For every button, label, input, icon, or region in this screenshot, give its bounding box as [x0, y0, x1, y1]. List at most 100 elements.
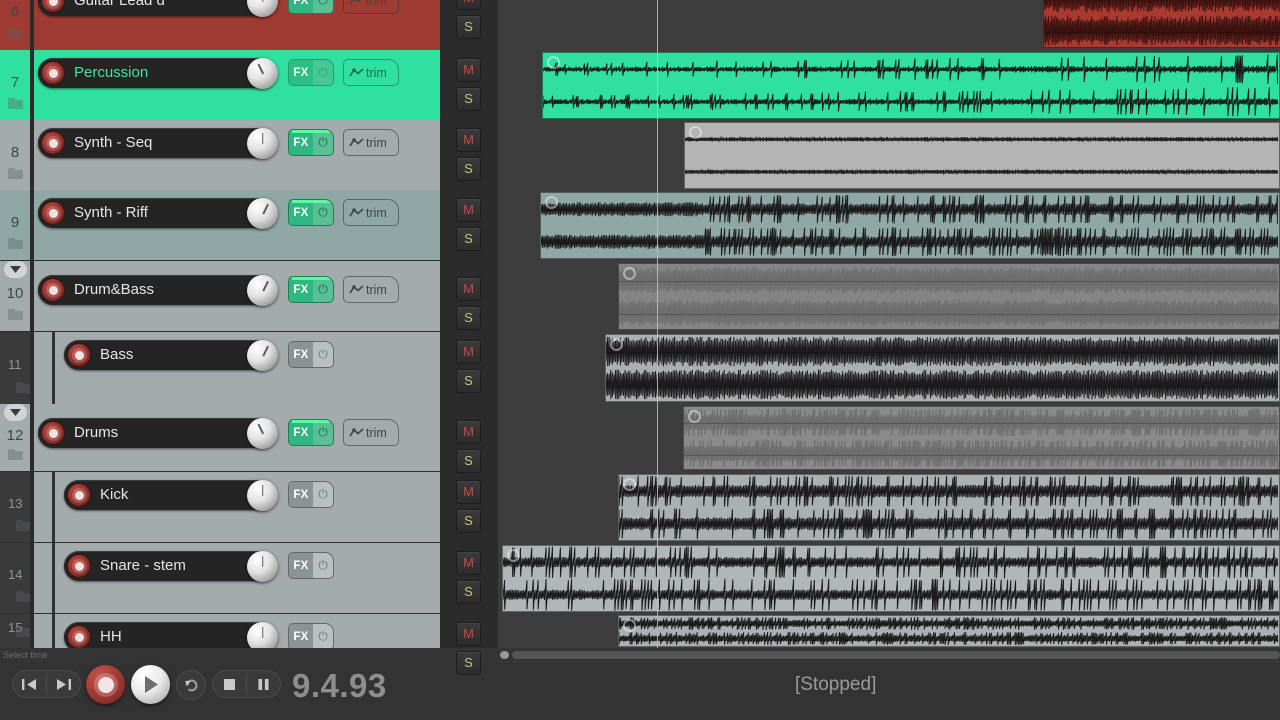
solo-button[interactable]: S: [456, 227, 481, 251]
fx-button[interactable]: FX ⏻: [288, 129, 334, 156]
fx-power-icon[interactable]: ⏻: [313, 277, 333, 302]
track-row[interactable]: 13 Kick FX ⏻: [0, 472, 440, 542]
fx-power-icon[interactable]: ⏻: [313, 553, 333, 578]
record-arm-button[interactable]: [67, 625, 91, 648]
trim-envelope-button[interactable]: trim: [343, 59, 399, 86]
record-arm-button[interactable]: [67, 554, 91, 578]
volume-knob[interactable]: [247, 57, 278, 89]
track-row[interactable]: 8 Synth - Seq FX ⏻ trim: [0, 120, 440, 190]
arrange-lane[interactable]: [498, 261, 1280, 331]
mute-button[interactable]: M: [456, 277, 481, 301]
media-item[interactable]: [605, 334, 1280, 402]
scroll-left-handle[interactable]: [500, 651, 509, 659]
fx-button[interactable]: FX ⏻: [288, 0, 334, 14]
solo-button[interactable]: S: [456, 369, 481, 393]
stop-pause-group[interactable]: [212, 670, 281, 698]
track-name-field[interactable]: Snare - stem: [64, 551, 276, 581]
mute-button[interactable]: M: [456, 420, 481, 444]
record-arm-button[interactable]: [67, 483, 91, 507]
volume-knob[interactable]: [247, 127, 278, 159]
track-name-field[interactable]: HH: [64, 622, 276, 648]
fx-button[interactable]: FX ⏻: [288, 276, 334, 303]
track-row[interactable]: 12 Drums FX ⏻ trim: [0, 404, 440, 471]
fx-power-icon[interactable]: ⏻: [313, 0, 333, 13]
solo-button[interactable]: S: [456, 449, 481, 473]
trim-envelope-button[interactable]: trim: [343, 0, 399, 14]
media-item[interactable]: [542, 52, 1280, 119]
track-name-field[interactable]: Drums: [38, 418, 276, 448]
track-row[interactable]: 7 Percussion FX ⏻ trim: [0, 50, 440, 120]
media-item[interactable]: [1043, 0, 1280, 48]
solo-button[interactable]: S: [456, 509, 481, 533]
fx-power-icon[interactable]: ⏻: [313, 624, 333, 648]
fx-power-icon[interactable]: ⏻: [313, 60, 333, 85]
fx-button[interactable]: FX ⏻: [288, 341, 334, 368]
track-row[interactable]: 15HHFX⏻: [0, 614, 440, 648]
mute-button[interactable]: M: [456, 340, 481, 364]
track-name-field[interactable]: Guitar Lead d: [38, 0, 276, 16]
arrange-lane[interactable]: [498, 50, 1280, 120]
scrollbar-track[interactable]: [512, 651, 1280, 659]
fade-handle[interactable]: [623, 619, 636, 632]
track-row[interactable]: 11 Bass FX ⏻: [0, 332, 440, 404]
mute-button[interactable]: M: [456, 58, 481, 82]
fx-button[interactable]: FX ⏻: [288, 552, 334, 579]
arrange-lane[interactable]: [498, 190, 1280, 260]
go-to-start-button[interactable]: [13, 671, 46, 697]
mute-button[interactable]: M: [456, 480, 481, 504]
volume-knob[interactable]: [247, 479, 278, 511]
solo-button[interactable]: S: [456, 15, 481, 39]
fx-button[interactable]: FX ⏻: [288, 481, 334, 508]
volume-knob[interactable]: [247, 197, 278, 229]
record-arm-button[interactable]: [41, 278, 65, 302]
solo-button[interactable]: S: [456, 651, 481, 675]
arrange-view[interactable]: [498, 0, 1280, 648]
solo-button[interactable]: S: [456, 157, 481, 181]
fx-power-icon[interactable]: ⏻: [313, 420, 333, 445]
media-item[interactable]: [618, 474, 1280, 541]
track-name-field[interactable]: Percussion: [38, 58, 276, 88]
trim-envelope-button[interactable]: trim: [343, 199, 399, 226]
volume-knob[interactable]: [247, 339, 278, 371]
track-name-field[interactable]: Bass: [64, 340, 276, 370]
arrange-lane[interactable]: [498, 332, 1280, 404]
fade-handle[interactable]: [623, 478, 636, 491]
mute-button[interactable]: M: [456, 128, 481, 152]
media-item[interactable]: [618, 263, 1280, 330]
solo-button[interactable]: S: [456, 87, 481, 111]
media-item[interactable]: [683, 406, 1280, 470]
volume-knob[interactable]: [247, 274, 278, 306]
track-row[interactable]: 14 Snare - stem FX ⏻: [0, 543, 440, 613]
record-arm-button[interactable]: [41, 201, 65, 225]
trim-envelope-button[interactable]: trim: [343, 419, 399, 446]
record-arm-button[interactable]: [41, 131, 65, 155]
mute-button[interactable]: M: [456, 0, 481, 10]
track-name-field[interactable]: Synth - Riff: [38, 198, 276, 228]
fade-handle[interactable]: [623, 267, 636, 280]
record-arm-button[interactable]: [41, 421, 65, 445]
fx-button[interactable]: FX ⏻: [288, 419, 334, 446]
track-name-field[interactable]: Synth - Seq: [38, 128, 276, 158]
arrange-lane[interactable]: [498, 543, 1280, 613]
fade-handle[interactable]: [547, 56, 560, 69]
pause-button[interactable]: [247, 671, 280, 697]
media-item[interactable]: [540, 192, 1280, 259]
mute-button[interactable]: M: [456, 551, 481, 575]
fx-power-icon[interactable]: ⏻: [313, 200, 333, 225]
media-item[interactable]: [618, 615, 1280, 647]
fade-handle[interactable]: [689, 126, 702, 139]
volume-knob[interactable]: [247, 550, 278, 582]
track-row[interactable]: 6 Guitar Lead d FX ⏻ trim: [0, 0, 440, 50]
fx-power-icon[interactable]: ⏻: [313, 130, 333, 155]
arrange-lane[interactable]: [498, 404, 1280, 471]
fx-button[interactable]: FX ⏻: [288, 59, 334, 86]
mute-button[interactable]: M: [456, 622, 481, 646]
time-display[interactable]: 9.4.93: [292, 667, 387, 705]
record-arm-button[interactable]: [67, 343, 91, 367]
media-item[interactable]: [684, 122, 1280, 189]
trim-envelope-button[interactable]: trim: [343, 276, 399, 303]
arrange-lane[interactable]: [498, 0, 1280, 50]
nav-button-group[interactable]: [12, 670, 81, 698]
record-button[interactable]: [86, 665, 125, 704]
fx-button[interactable]: FX ⏻: [288, 199, 334, 226]
